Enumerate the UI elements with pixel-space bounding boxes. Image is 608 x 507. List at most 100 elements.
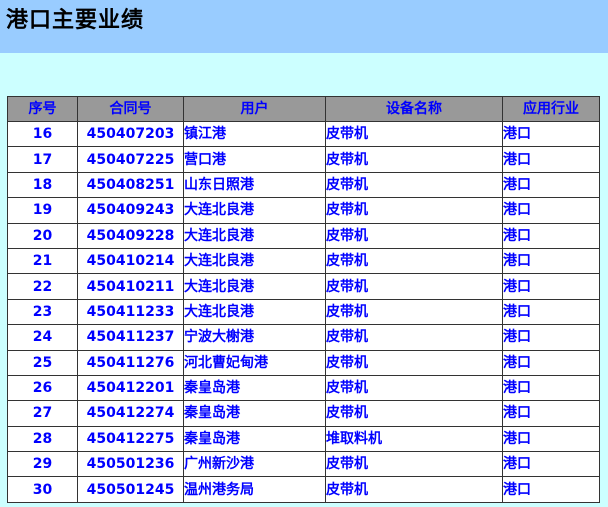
header-user: 用户 <box>183 96 326 122</box>
cell-industry: 港口 <box>502 324 600 351</box>
cell-industry: 港口 <box>502 476 600 503</box>
cell-device: 皮带机 <box>325 451 503 478</box>
cell-industry: 港口 <box>502 349 600 376</box>
table-header-row: 序号 合同号 用户 设备名称 应用行业 <box>7 96 600 122</box>
cell-contract: 450501245 <box>77 476 184 503</box>
cell-seq: 23 <box>7 298 78 326</box>
cell-contract: 450409228 <box>77 222 184 249</box>
cell-user: 广州新沙港 <box>183 451 326 478</box>
page-title: 港口主要业绩 <box>6 8 145 33</box>
cell-contract: 450501236 <box>77 451 184 478</box>
cell-contract: 450411276 <box>77 349 184 376</box>
cell-seq: 22 <box>7 273 78 300</box>
cell-contract: 450407225 <box>77 146 184 173</box>
cell-contract: 450412275 <box>77 425 184 453</box>
cell-device: 皮带机 <box>325 400 503 427</box>
cell-seq: 19 <box>7 197 78 224</box>
cell-device: 皮带机 <box>325 476 503 503</box>
cell-user: 大连北良港 <box>183 197 326 224</box>
table-body: 16 450407203 镇江港 皮带机 港口 17 450407225 营口港 皮带机 港口 18… <box>7 120 600 503</box>
header-seq: 序号 <box>7 96 78 122</box>
cell-seq: 27 <box>7 400 78 427</box>
cell-contract: 450410214 <box>77 247 184 275</box>
cell-device: 皮带机 <box>325 120 503 148</box>
cell-user: 秦皇岛港 <box>183 374 326 402</box>
cell-user: 秦皇岛港 <box>183 400 326 427</box>
cell-contract: 450412201 <box>77 374 184 402</box>
cell-seq: 18 <box>7 171 78 199</box>
cell-contract: 450408251 <box>77 171 184 199</box>
cell-user: 河北曹妃甸港 <box>183 349 326 376</box>
cell-industry: 港口 <box>502 222 600 249</box>
table-row: 23 450411233 大连北良港 皮带机 港口 <box>7 298 600 326</box>
cell-seq: 25 <box>7 349 78 376</box>
performance-table: 序号 合同号 用户 设备名称 应用行业 16 450407203 镇江港 皮带机 港口 1… <box>7 96 600 503</box>
cell-contract: 450412274 <box>77 400 184 427</box>
cell-user: 大连北良港 <box>183 247 326 275</box>
cell-seq: 21 <box>7 247 78 275</box>
cell-device: 皮带机 <box>325 146 503 173</box>
cell-contract: 450407203 <box>77 120 184 148</box>
cell-user: 大连北良港 <box>183 222 326 249</box>
cell-user: 温州港务局 <box>183 476 326 503</box>
cell-seq: 20 <box>7 222 78 249</box>
cell-contract: 450410211 <box>77 273 184 300</box>
cell-seq: 24 <box>7 324 78 351</box>
cell-device: 堆取料机 <box>325 425 503 453</box>
table-row: 25 450411276 河北曹妃甸港 皮带机 港口 <box>7 349 600 376</box>
cell-industry: 港口 <box>502 247 600 275</box>
table-row: 19 450409243 大连北良港 皮带机 港口 <box>7 197 600 224</box>
cell-user: 镇江港 <box>183 120 326 148</box>
cell-device: 皮带机 <box>325 324 503 351</box>
cell-industry: 港口 <box>502 120 600 148</box>
cell-device: 皮带机 <box>325 197 503 224</box>
table-row: 17 450407225 营口港 皮带机 港口 <box>7 146 600 173</box>
cell-industry: 港口 <box>502 451 600 478</box>
title-bar: 港口主要业绩 <box>0 0 608 53</box>
header-contract: 合同号 <box>77 96 184 122</box>
table-row: 26 450412201 秦皇岛港 皮带机 港口 <box>7 374 600 402</box>
cell-seq: 16 <box>7 120 78 148</box>
table-row: 20 450409228 大连北良港 皮带机 港口 <box>7 222 600 249</box>
cell-user: 大连北良港 <box>183 298 326 326</box>
table-row: 29 450501236 广州新沙港 皮带机 港口 <box>7 451 600 478</box>
cell-user: 山东日照港 <box>183 171 326 199</box>
header-industry: 应用行业 <box>502 96 600 122</box>
table-row: 28 450412275 秦皇岛港 堆取料机 港口 <box>7 425 600 453</box>
cell-user: 营口港 <box>183 146 326 173</box>
cell-device: 皮带机 <box>325 298 503 326</box>
cell-contract: 450411233 <box>77 298 184 326</box>
cell-industry: 港口 <box>502 171 600 199</box>
cell-industry: 港口 <box>502 374 600 402</box>
cell-device: 皮带机 <box>325 222 503 249</box>
cell-industry: 港口 <box>502 273 600 300</box>
table-row: 30 450501245 温州港务局 皮带机 港口 <box>7 476 600 503</box>
cell-contract: 450411237 <box>77 324 184 351</box>
cell-seq: 17 <box>7 146 78 173</box>
cell-user: 宁波大榭港 <box>183 324 326 351</box>
table-row: 21 450410214 大连北良港 皮带机 港口 <box>7 247 600 275</box>
cell-industry: 港口 <box>502 298 600 326</box>
cell-industry: 港口 <box>502 197 600 224</box>
cell-device: 皮带机 <box>325 171 503 199</box>
table-row: 27 450412274 秦皇岛港 皮带机 港口 <box>7 400 600 427</box>
cell-device: 皮带机 <box>325 349 503 376</box>
cell-seq: 30 <box>7 476 78 503</box>
cell-seq: 28 <box>7 425 78 453</box>
cell-seq: 26 <box>7 374 78 402</box>
cell-industry: 港口 <box>502 425 600 453</box>
table-row: 22 450410211 大连北良港 皮带机 港口 <box>7 273 600 300</box>
table-row: 18 450408251 山东日照港 皮带机 港口 <box>7 171 600 199</box>
cell-user: 大连北良港 <box>183 273 326 300</box>
cell-industry: 港口 <box>502 146 600 173</box>
cell-industry: 港口 <box>502 400 600 427</box>
cell-user: 秦皇岛港 <box>183 425 326 453</box>
cell-contract: 450409243 <box>77 197 184 224</box>
cell-device: 皮带机 <box>325 273 503 300</box>
cell-device: 皮带机 <box>325 247 503 275</box>
header-device: 设备名称 <box>325 96 503 122</box>
table-row: 24 450411237 宁波大榭港 皮带机 港口 <box>7 324 600 351</box>
table-row: 16 450407203 镇江港 皮带机 港口 <box>7 120 600 148</box>
cell-device: 皮带机 <box>325 374 503 402</box>
cell-seq: 29 <box>7 451 78 478</box>
